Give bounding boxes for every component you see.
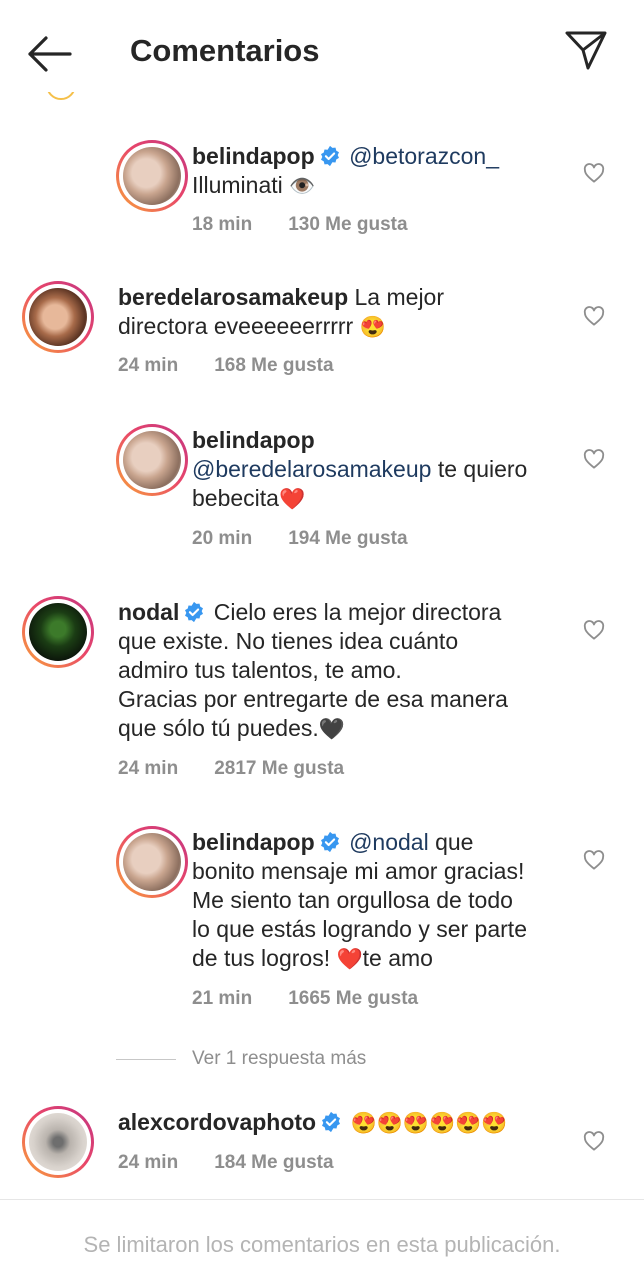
username[interactable]: beredelarosamakeup [118, 284, 348, 310]
comment-item: belindapop @beredelarosamakeup te quiero… [96, 424, 626, 564]
avatar[interactable] [116, 424, 188, 496]
verified-badge-icon [320, 145, 339, 167]
heart-outline-icon[interactable] [583, 449, 605, 469]
red-heart-emoji: ❤️ [336, 948, 363, 971]
comment-item: alexcordovaphoto 😍😍😍😍😍😍 24 min 184 Me gus… [22, 1106, 622, 1186]
divider [116, 1059, 176, 1060]
paper-plane-icon[interactable] [564, 29, 608, 71]
comment-text: que sólo tú puedes. [118, 715, 319, 741]
avatar[interactable] [22, 596, 94, 668]
red-heart-emoji: ❤️ [278, 488, 306, 511]
comment-text: Illuminati [192, 172, 283, 198]
like-count[interactable]: 168 Me gusta [214, 355, 333, 376]
comment-text: que existe. No tienes idea cuánto [118, 628, 459, 654]
view-replies-label: Ver 1 respuesta más [192, 1048, 367, 1069]
comment-text: lo que estás logrando y ser parte [192, 916, 527, 942]
avatar[interactable] [116, 826, 188, 898]
comment-text: La mejor [354, 284, 444, 310]
comment-text: directora eveeeeeerrrrr [118, 313, 354, 339]
comment-text: Gracias por entregarte de esa manera [118, 686, 508, 712]
like-count[interactable]: 194 Me gusta [288, 528, 407, 549]
comments-limited-notice: Se limitaron los comentarios en esta pub… [83, 1232, 561, 1257]
heart-outline-icon[interactable] [583, 306, 605, 326]
header-bar: Comentarios [0, 0, 644, 100]
username[interactable]: alexcordovaphoto [118, 1109, 316, 1135]
comment-item: beredelarosamakeup La mejor directora ev… [22, 281, 622, 391]
comment-text: Me siento tan orgullosa de todo [192, 887, 513, 913]
heart-eyes-emoji: 😍 [359, 316, 386, 339]
comment-time: 24 min [118, 1152, 179, 1173]
verified-badge-icon [185, 601, 204, 623]
heart-outline-icon[interactable] [583, 163, 605, 183]
mention-link[interactable]: @betorazcon_ [349, 143, 499, 169]
comment-time: 18 min [192, 214, 253, 235]
mention-link[interactable]: @beredelarosamakeup [192, 456, 431, 482]
comment-text: admiro tus talentos, te amo. [118, 657, 402, 683]
comment-time: 24 min [118, 355, 179, 376]
username[interactable]: nodal [118, 599, 179, 625]
username[interactable]: belindapop [192, 143, 315, 169]
comment-time: 24 min [118, 758, 179, 779]
black-heart-emoji: 🖤 [318, 718, 345, 741]
comment-text: de tus logros! [192, 945, 331, 971]
comment-text: te quiero [437, 456, 528, 482]
comments-limited-footer: Se limitaron los comentarios en esta pub… [0, 1199, 644, 1281]
comment-item: belindapop @nodal que bonito mensaje mi … [96, 826, 626, 1016]
heart-outline-icon[interactable] [583, 1131, 605, 1151]
eye-emoji: 👁️ [289, 175, 316, 198]
comment-text: que [435, 829, 474, 855]
like-count[interactable]: 184 Me gusta [214, 1152, 333, 1173]
comment-text: Cielo eres la mejor directora [213, 599, 502, 625]
avatar[interactable] [22, 1106, 94, 1178]
comment-time: 20 min [192, 528, 253, 549]
page-title: Comentarios [130, 33, 320, 68]
verified-badge-icon [322, 1111, 341, 1133]
like-count[interactable]: 1665 Me gusta [288, 988, 418, 1009]
avatar-partial [46, 92, 76, 102]
heart-eyes-emoji: 😍😍😍😍😍😍 [350, 1112, 508, 1135]
heart-outline-icon[interactable] [583, 620, 605, 640]
comment-text: bebecita [192, 485, 279, 511]
comment-text: te amo [362, 945, 433, 971]
avatar[interactable] [22, 281, 94, 353]
username[interactable]: belindapop [192, 829, 315, 855]
mention-link[interactable]: @nodal [349, 829, 429, 855]
comment-item: belindapop @betorazcon_ Illuminati 👁️ 18… [96, 140, 626, 250]
like-count[interactable]: 130 Me gusta [288, 214, 407, 235]
comment-time: 21 min [192, 988, 253, 1009]
username[interactable]: belindapop [192, 427, 315, 453]
comment-item: nodal Cielo eres la mejor directora que … [22, 596, 622, 786]
comment-text: bonito mensaje mi amor gracias! [192, 858, 525, 884]
like-count[interactable]: 2817 Me gusta [214, 758, 344, 779]
heart-outline-icon[interactable] [583, 850, 605, 870]
verified-badge-icon [320, 831, 339, 853]
arrow-left-icon[interactable] [26, 34, 72, 74]
avatar[interactable] [116, 140, 188, 212]
